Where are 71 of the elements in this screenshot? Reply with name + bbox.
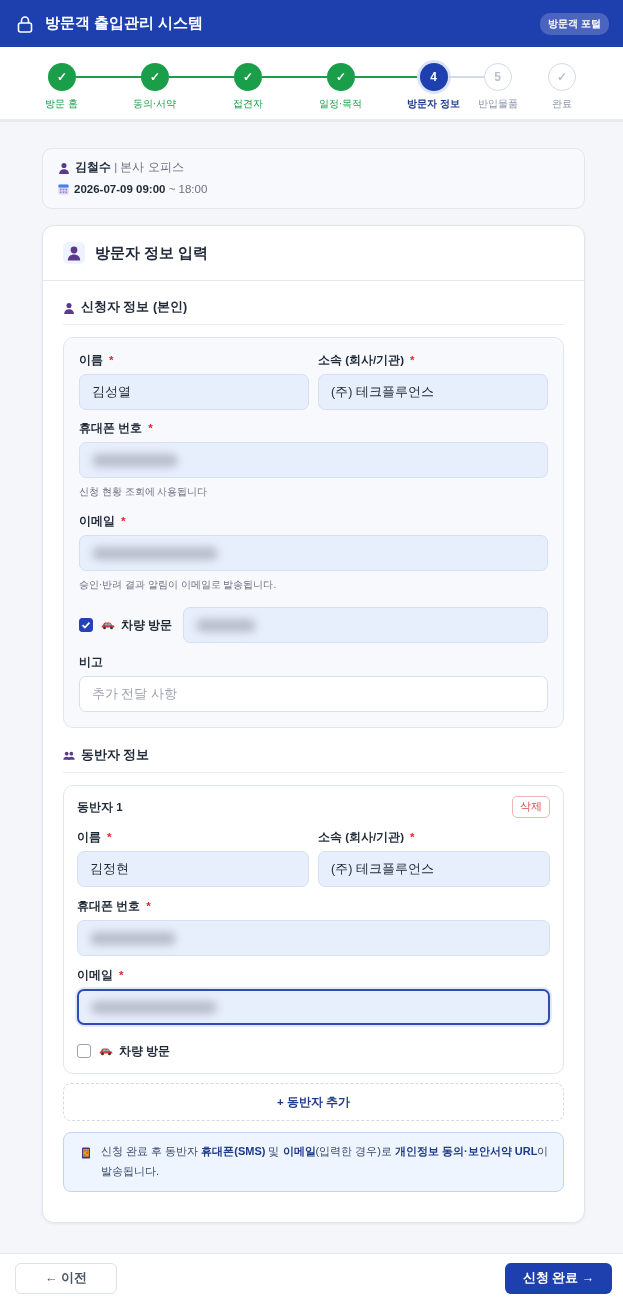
check-icon: [80, 619, 92, 631]
field-label: 휴대폰 번호: [77, 899, 141, 914]
notice-text: 신청 완료 후 동반자 휴대폰(SMS) 및 이메일(입력한 경우)로 개인정보 동의·보안서약 URL이 발송됩니다.: [101, 1144, 550, 1179]
step-circle: ✓: [326, 63, 355, 91]
lock-icon: [17, 14, 33, 33]
step-circle: ✓: [140, 63, 169, 91]
schedule-info: 2026-07-09 09:00 ~ 18:00: [74, 182, 208, 197]
step-connector: [354, 76, 420, 78]
step-circle: 4: [419, 63, 448, 91]
field-label: 소속 (회사/기관): [318, 353, 405, 368]
previous-button[interactable]: ← 이전: [15, 1263, 117, 1295]
input-field[interactable]: (주) 테크플루언스: [318, 851, 550, 887]
checkbox-label: 차량 방문: [121, 616, 173, 634]
companion-title: 동반자 1: [77, 799, 123, 815]
portal-badge: 방문객 포털: [540, 12, 609, 35]
step-circle: ✓: [547, 63, 576, 91]
required-mark: *: [146, 899, 151, 914]
field-label: 이메일: [79, 514, 115, 529]
input-field[interactable]: 김정현: [77, 851, 309, 887]
person-icon: [63, 242, 85, 264]
step-label: 일정·목적: [318, 97, 363, 111]
checkbox-label: 차량 방문: [119, 1042, 171, 1060]
step-label: 반입물품: [477, 97, 518, 111]
step-connector: [447, 76, 484, 78]
add-companion-button[interactable]: + 동반자 추가: [63, 1083, 564, 1121]
input-field[interactable]: (주) 테크플루언스: [318, 374, 548, 410]
phone-icon: [82, 1147, 90, 1159]
host-info: 김철수 | 본사 오피스: [75, 160, 184, 175]
input-field[interactable]: 김성열: [79, 374, 309, 410]
input-field[interactable]: [77, 989, 550, 1025]
car-icon: [99, 1046, 113, 1056]
step-connector: [75, 76, 141, 78]
step-connector: [168, 76, 234, 78]
checkbox[interactable]: [79, 618, 93, 632]
app-title: 방문객 출입관리 시스템: [45, 14, 205, 33]
section-title: 동반자 정보: [81, 747, 150, 764]
field-label: 휴대폰 번호: [79, 421, 143, 436]
step-circle: 5: [483, 63, 512, 91]
field-hint: 신청 현황 조회에 사용됩니다: [79, 485, 209, 498]
field-label: 비고: [79, 655, 103, 670]
step-label: 방문 홈: [45, 97, 78, 111]
step-connector: [261, 76, 327, 78]
form-title: 방문자 정보 입력: [95, 243, 209, 263]
person-icon: [58, 161, 70, 174]
required-mark: *: [148, 421, 153, 436]
calendar-icon: [58, 184, 69, 195]
people-icon: [63, 751, 75, 760]
field-label: 이메일: [77, 968, 113, 983]
step-label: 접견자: [232, 97, 263, 111]
field-hint: 승인·반려 결과 알림이 이메일로 발송됩니다.: [79, 578, 278, 591]
required-mark: *: [410, 830, 415, 845]
field-label: 이름: [79, 353, 103, 368]
step-circle: ✓: [233, 63, 262, 91]
step-label: 완료: [551, 97, 572, 111]
submit-button[interactable]: 신청 완료 →: [505, 1263, 612, 1295]
field-label: 이름: [77, 830, 101, 845]
required-mark: *: [119, 968, 124, 983]
required-mark: *: [109, 353, 114, 368]
person-icon: [63, 301, 75, 314]
required-mark: *: [107, 830, 112, 845]
required-mark: *: [121, 514, 126, 529]
blurred-value: [196, 618, 257, 632]
step-label: 동의·서약: [132, 97, 177, 111]
delete-button[interactable]: 삭제: [512, 796, 550, 818]
section-title: 신청자 정보 (본인): [81, 299, 188, 316]
step-label: 방문자 정보: [407, 97, 460, 111]
field-label: 소속 (회사/기관): [318, 830, 405, 845]
car-icon: [101, 620, 115, 630]
checkbox[interactable]: [77, 1044, 91, 1058]
step-circle: ✓: [47, 63, 76, 91]
required-mark: *: [410, 353, 415, 368]
